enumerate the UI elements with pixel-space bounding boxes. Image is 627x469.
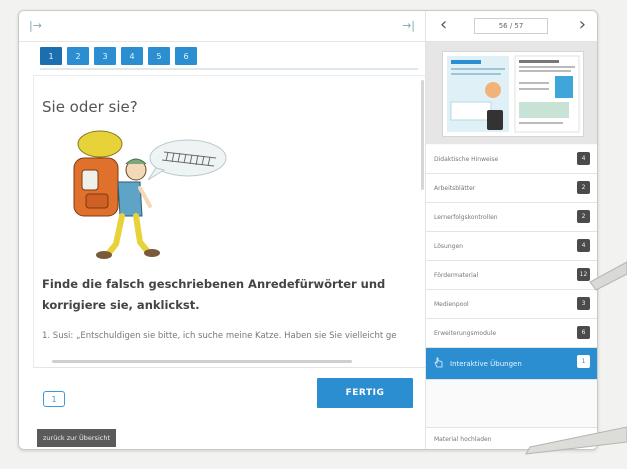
menu-item-label: Medienpool	[434, 300, 469, 308]
backpacker-illustration	[73, 130, 227, 259]
page-tab-4[interactable]: 4	[121, 47, 143, 65]
exercise-content: Sie oder sie? Finde die falsch geschrieb…	[33, 75, 427, 369]
count-badge: 2	[577, 210, 590, 223]
page-tab-6[interactable]: 6	[175, 47, 197, 65]
menu-item-label: Arbeitsblätter	[434, 184, 476, 192]
count-badge: 4	[577, 152, 590, 165]
page-number-field[interactable]: 56 / 57	[474, 18, 548, 34]
page-thumbnail[interactable]	[442, 51, 584, 137]
collapse-icon[interactable]: →|	[402, 19, 415, 32]
hand-pointer-icon	[434, 357, 443, 368]
stylus-pen	[525, 261, 627, 455]
menu-item-label: Fördermaterial	[434, 271, 479, 279]
menu-item-label: Interaktive Übungen	[450, 359, 522, 368]
page-tab-2[interactable]: 2	[67, 47, 89, 65]
page-tab-1[interactable]: 1	[40, 47, 62, 65]
answer-counter: 1	[43, 391, 65, 407]
count-badge: 2	[577, 181, 590, 194]
exercise-title: Sie oder sie?	[42, 98, 138, 116]
upload-material-label: Material hochladen	[434, 435, 492, 443]
exercise-sentence[interactable]: 1. Susi: „Entschuldigen sie bitte, ich s…	[42, 331, 420, 341]
exercise-footer: 1 FERTIG	[33, 367, 425, 418]
page-thumbnail-area	[426, 42, 597, 144]
menu-item-label: Lernerfolgskontrollen	[434, 213, 498, 221]
menu-item-label: Lösungen	[434, 242, 463, 250]
exercise-toolbar: |→ →|	[19, 11, 425, 42]
tab-rail	[40, 68, 418, 70]
menu-item-lernerfolgskontrollen[interactable]: Lernerfolgskontrollen 2	[426, 203, 597, 232]
menu-item-label: Erweiterungsmodule	[434, 329, 497, 337]
done-button[interactable]: FERTIG	[317, 378, 413, 408]
page-navigator: ‹ 56 / 57 ›	[426, 11, 597, 42]
page-tab-5[interactable]: 5	[148, 47, 170, 65]
horizontal-scrollbar[interactable]	[52, 360, 352, 363]
menu-item-didaktische-hinweise[interactable]: Didaktische Hinweise 4	[426, 145, 597, 174]
vertical-scrollbar[interactable]	[421, 80, 424, 190]
exercise-panel: |→ →| 1 2 3 4 5 6 Sie oder sie? Finde di…	[19, 11, 427, 449]
menu-item-label: Didaktische Hinweise	[434, 155, 499, 163]
back-to-overview-button[interactable]: zurück zur Übersicht	[37, 429, 116, 447]
expand-icon[interactable]: |→	[29, 19, 42, 32]
previous-page-icon[interactable]: ‹	[440, 15, 447, 35]
device-frame: |→ →| 1 2 3 4 5 6 Sie oder sie? Finde di…	[18, 10, 598, 450]
exercise-instruction: Finde die falsch geschriebenen Anredefür…	[42, 277, 386, 312]
next-page-icon[interactable]: ›	[579, 15, 586, 35]
page-tab-3[interactable]: 3	[94, 47, 116, 65]
menu-item-arbeitsblaetter[interactable]: Arbeitsblätter 2	[426, 174, 597, 203]
page-tabs: 1 2 3 4 5 6	[40, 47, 197, 65]
